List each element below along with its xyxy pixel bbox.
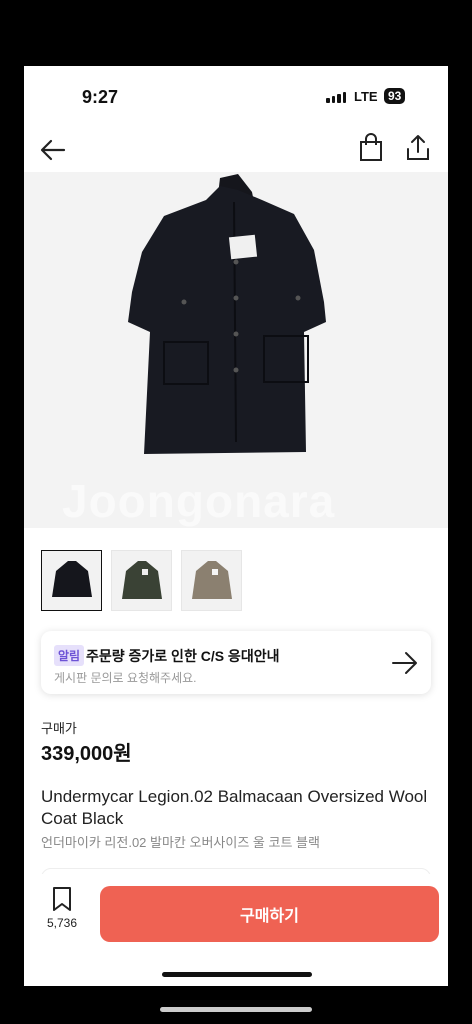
- notice-title: 주문량 증가로 인한 C/S 응대안내: [86, 648, 280, 664]
- buy-button[interactable]: 구매하기: [100, 886, 439, 942]
- watermark-text: Joongonara: [62, 475, 336, 527]
- status-bar: 9:27 LTE 93: [24, 66, 448, 126]
- battery-level: 93: [384, 88, 406, 104]
- thumbnail-strip: [41, 550, 242, 611]
- product-name-en: Undermycar Legion.02 Balmacaan Oversized…: [41, 787, 428, 828]
- arrow-left-icon[interactable]: [38, 134, 70, 166]
- product-image[interactable]: Joongonara: [24, 172, 448, 528]
- bookmark-icon: [53, 887, 71, 911]
- phone-screen: 9:27 LTE 93 Joongonara 알림 주문량 증가로 인한 C/S…: [24, 66, 448, 986]
- thumbnail-black[interactable]: [41, 550, 102, 611]
- bookmark-button[interactable]: 5,736: [36, 886, 88, 946]
- outer-home-indicator: [160, 1007, 312, 1012]
- network-type: LTE: [354, 89, 378, 104]
- notice-subtitle: 게시판 문의로 요청해주세요.: [54, 671, 197, 685]
- share-icon[interactable]: [403, 132, 433, 164]
- price-label: 구매가: [41, 721, 77, 736]
- thumbnail-taupe[interactable]: [181, 550, 242, 611]
- signal-icon: [326, 92, 346, 103]
- thumbnail-green[interactable]: [111, 550, 172, 611]
- notice-badge: 알림: [54, 645, 85, 666]
- bookmark-count: 5,736: [46, 916, 78, 930]
- top-navigation: [24, 128, 448, 172]
- notice-card[interactable]: 알림 주문량 증가로 인한 C/S 응대안내 게시판 문의로 요청해주세요.: [41, 631, 431, 694]
- shopping-bag-icon[interactable]: [357, 132, 385, 164]
- product-name-ko: 언더마이카 리전.02 발마칸 오버사이즈 울 코트 블랙: [41, 835, 320, 850]
- home-indicator: [162, 972, 312, 977]
- arrow-right-icon[interactable]: [390, 649, 420, 677]
- bottom-action-bar: 5,736 구매하기: [24, 874, 448, 986]
- status-time: 9:27: [82, 87, 119, 107]
- product-price: 339,000원: [41, 743, 132, 765]
